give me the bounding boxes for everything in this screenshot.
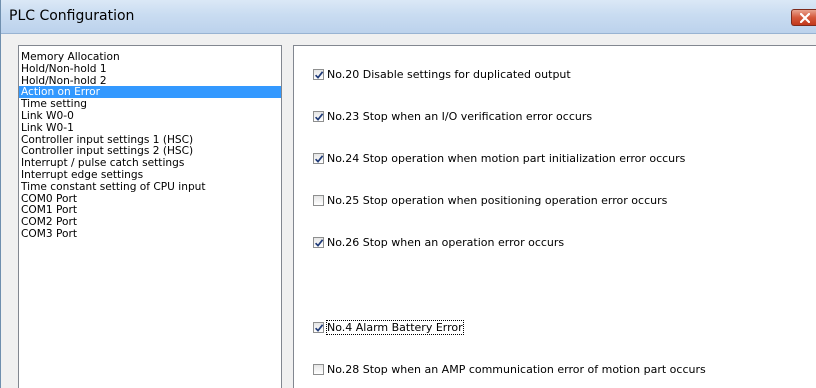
close-button[interactable]: [791, 9, 816, 26]
checkbox[interactable]: [313, 194, 324, 206]
tree-item-com3-port[interactable]: COM3 Port: [19, 228, 281, 240]
tree-item-hold-non-hold-1[interactable]: Hold/Non-hold 1: [19, 63, 281, 75]
option-row[interactable]: No.20 Disable settings for duplicated ou…: [313, 66, 571, 82]
category-tree[interactable]: Memory Allocation Hold/Non-hold 1 Hold/Non…: [18, 45, 282, 388]
checkbox[interactable]: [313, 68, 324, 80]
window-title: PLC Configuration: [9, 8, 135, 24]
option-label: No.25 Stop operation when positioning op…: [327, 193, 668, 207]
option-row[interactable]: No.25 Stop operation when positioning op…: [313, 192, 667, 208]
option-row[interactable]: No.24 Stop operation when motion part in…: [313, 150, 685, 166]
option-label: No.4 Alarm Battery Error: [326, 319, 464, 335]
title-bar[interactable]: PLC Configuration: [1, 0, 816, 34]
tree-item-time-setting[interactable]: Time setting: [19, 98, 281, 110]
plc-configuration-window: PLC Configuration Memory Allocation Hold/…: [0, 0, 816, 388]
checkmark-icon: [314, 154, 324, 163]
tree-item-time-constant-setting-of-cpu-input[interactable]: Time constant setting of CPU input: [19, 181, 281, 193]
tree-item-link-w0-1[interactable]: Link W0-1: [19, 122, 281, 134]
tree-item-com0-port[interactable]: COM0 Port: [19, 193, 281, 205]
tree-item-link-w0-0[interactable]: Link W0-0: [19, 110, 281, 122]
tree-item-interrupt-edge-settings[interactable]: Interrupt edge settings: [19, 169, 281, 181]
tree-item-controller-input-settings-1-hsc[interactable]: Controller input settings 1 (HSC): [19, 134, 281, 146]
tree-item-controller-input-settings-2-hsc[interactable]: Controller input settings 2 (HSC): [19, 145, 281, 157]
option-row[interactable]: No.23 Stop when an I/O verification erro…: [313, 108, 592, 124]
checkmark-icon: [314, 70, 324, 79]
option-row[interactable]: No.26 Stop when an operation error occur…: [313, 234, 564, 250]
tree-item-memory-allocation[interactable]: Memory Allocation: [19, 51, 281, 63]
tree-item-com2-port[interactable]: COM2 Port: [19, 216, 281, 228]
action-on-error-settings: No.20 Disable settings for duplicated ou…: [293, 45, 816, 388]
checkbox[interactable]: [313, 110, 324, 122]
checkbox[interactable]: [313, 363, 324, 375]
checkmark-icon: [314, 323, 324, 332]
checkbox[interactable]: [313, 321, 324, 333]
option-label: No.23 Stop when an I/O verification erro…: [327, 109, 593, 123]
close-icon: [800, 13, 810, 23]
option-label: No.20 Disable settings for duplicated ou…: [327, 67, 571, 81]
option-label: No.24 Stop operation when motion part in…: [327, 151, 686, 165]
option-label: No.26 Stop when an operation error occur…: [327, 235, 565, 249]
tree-item-hold-non-hold-2[interactable]: Hold/Non-hold 2: [19, 75, 281, 87]
option-label: No.28 Stop when an AMP communication err…: [327, 362, 706, 376]
option-row[interactable]: No.28 Stop when an AMP communication err…: [313, 361, 706, 377]
checkmark-icon: [314, 112, 324, 121]
tree-item-interrupt-pulse-catch-settings[interactable]: Interrupt / pulse catch settings: [19, 157, 281, 169]
checkmark-icon: [314, 238, 324, 247]
tree-item-com1-port[interactable]: COM1 Port: [19, 204, 281, 216]
checkbox[interactable]: [313, 236, 324, 248]
option-row[interactable]: No.4 Alarm Battery Error: [313, 319, 464, 335]
checkbox[interactable]: [313, 152, 324, 164]
tree-item-action-on-error[interactable]: Action on Error: [19, 86, 281, 98]
